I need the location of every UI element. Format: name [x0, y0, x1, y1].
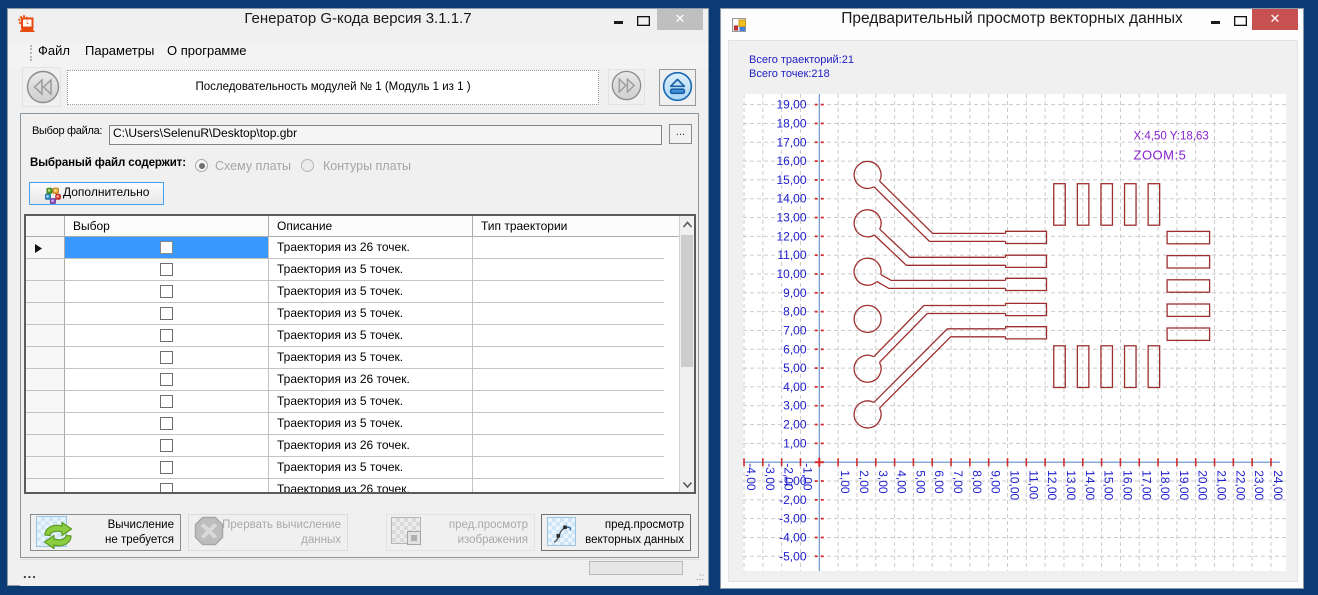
svg-text:16,00: 16,00 [1120, 470, 1134, 500]
svg-text:6,00: 6,00 [932, 470, 946, 494]
svg-text:-3,00: -3,00 [779, 512, 807, 526]
svg-text:-1,00: -1,00 [800, 463, 814, 491]
svg-text:18,00: 18,00 [1158, 470, 1172, 500]
svg-text:11,00: 11,00 [777, 248, 806, 262]
svg-text:16,00: 16,00 [776, 154, 806, 168]
svg-text:8,00: 8,00 [970, 470, 984, 494]
svg-text:4,00: 4,00 [895, 470, 909, 494]
svg-text:ZOOM:5: ZOOM:5 [1134, 148, 1187, 163]
svg-text:13,00: 13,00 [776, 211, 806, 225]
svg-text:19,00: 19,00 [1177, 470, 1191, 500]
svg-text:12,00: 12,00 [776, 229, 806, 243]
svg-text:23,00: 23,00 [1252, 470, 1266, 500]
svg-text:22,00: 22,00 [1233, 470, 1247, 500]
svg-text:19,00: 19,00 [776, 98, 806, 112]
svg-text:2,00: 2,00 [857, 470, 871, 494]
svg-text:7,00: 7,00 [783, 323, 807, 337]
svg-text:-5,00: -5,00 [779, 549, 807, 563]
svg-text:21,00: 21,00 [1215, 470, 1229, 500]
svg-text:3,00: 3,00 [783, 399, 807, 413]
svg-text:20,00: 20,00 [1196, 470, 1210, 500]
svg-text:8,00: 8,00 [783, 305, 807, 319]
svg-text:5,00: 5,00 [783, 361, 807, 375]
svg-text:-4,00: -4,00 [779, 530, 807, 544]
svg-text:X:4,50 Y:18,63: X:4,50 Y:18,63 [1134, 131, 1209, 143]
svg-text:-2,00: -2,00 [779, 493, 807, 507]
svg-text:17,00: 17,00 [1139, 470, 1153, 500]
svg-text:12,00: 12,00 [1045, 470, 1059, 500]
svg-text:10,00: 10,00 [776, 267, 806, 281]
svg-text:5,00: 5,00 [913, 470, 927, 494]
svg-text:9,00: 9,00 [783, 286, 807, 300]
svg-text:-4,00: -4,00 [744, 463, 758, 491]
svg-text:13,00: 13,00 [1064, 470, 1078, 500]
svg-text:24,00: 24,00 [1271, 470, 1285, 500]
svg-text:11,00: 11,00 [1026, 470, 1040, 499]
svg-text:1,00: 1,00 [783, 436, 807, 450]
svg-text:2,00: 2,00 [783, 418, 807, 432]
svg-text:9,00: 9,00 [989, 470, 1003, 494]
svg-text:6,00: 6,00 [783, 342, 807, 356]
svg-text:14,00: 14,00 [1083, 470, 1097, 500]
svg-text:7,00: 7,00 [951, 470, 965, 494]
svg-text:18,00: 18,00 [776, 116, 806, 130]
svg-text:15,00: 15,00 [776, 173, 806, 187]
svg-text:17,00: 17,00 [776, 135, 806, 149]
svg-text:15,00: 15,00 [1102, 470, 1116, 500]
svg-text:10,00: 10,00 [1008, 470, 1022, 500]
svg-text:4,00: 4,00 [783, 380, 807, 394]
svg-text:-3,00: -3,00 [763, 463, 777, 491]
svg-text:1,00: 1,00 [838, 470, 852, 494]
svg-text:14,00: 14,00 [776, 192, 806, 206]
svg-text:3,00: 3,00 [876, 470, 890, 494]
svg-text:-2,00: -2,00 [782, 463, 796, 491]
